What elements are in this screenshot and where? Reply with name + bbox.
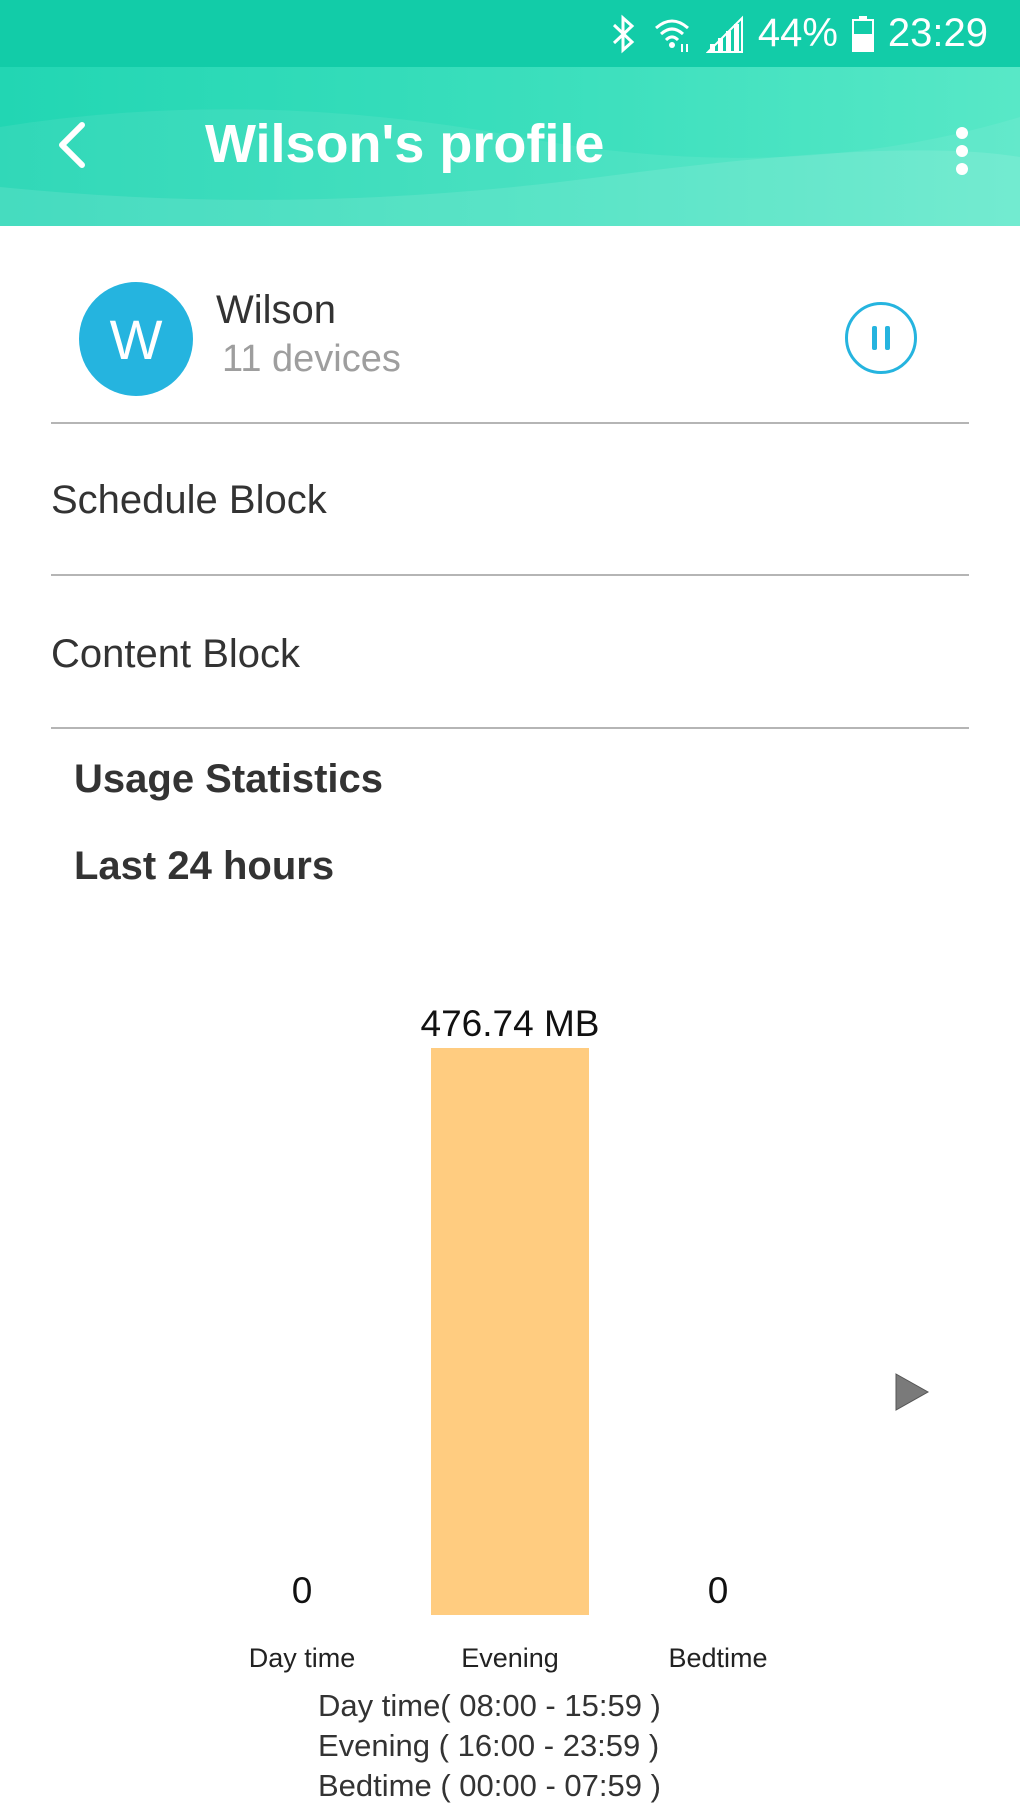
next-chart-button[interactable]	[892, 1370, 932, 1414]
usage-bar-chart: 0 Day time 476.74 MB Evening 0 Bedtime	[249, 1003, 768, 1673]
legend-evening: Evening ( 16:00 - 23:59 )	[318, 1728, 660, 1763]
bar-evening	[431, 1048, 589, 1615]
play-arrow-icon	[895, 1373, 930, 1411]
value-label-bedtime: 0	[708, 1570, 729, 1611]
category-label-bedtime: Bedtime	[668, 1643, 767, 1673]
time-range-legend: Day time( 08:00 - 15:59 ) Evening ( 16:0…	[318, 1686, 661, 1806]
value-label-day-time: 0	[292, 1570, 313, 1611]
screen: 44% 23:29 Wilson's profile W Wilson 11 d…	[0, 0, 1020, 1813]
legend-bedtime: Bedtime ( 00:00 - 07:59 )	[318, 1768, 661, 1803]
category-label-evening: Evening	[461, 1643, 559, 1673]
category-label-day-time: Day time	[249, 1643, 356, 1673]
value-label-evening: 476.74 MB	[421, 1003, 600, 1044]
legend-day-time: Day time( 08:00 - 15:59 )	[318, 1688, 661, 1723]
